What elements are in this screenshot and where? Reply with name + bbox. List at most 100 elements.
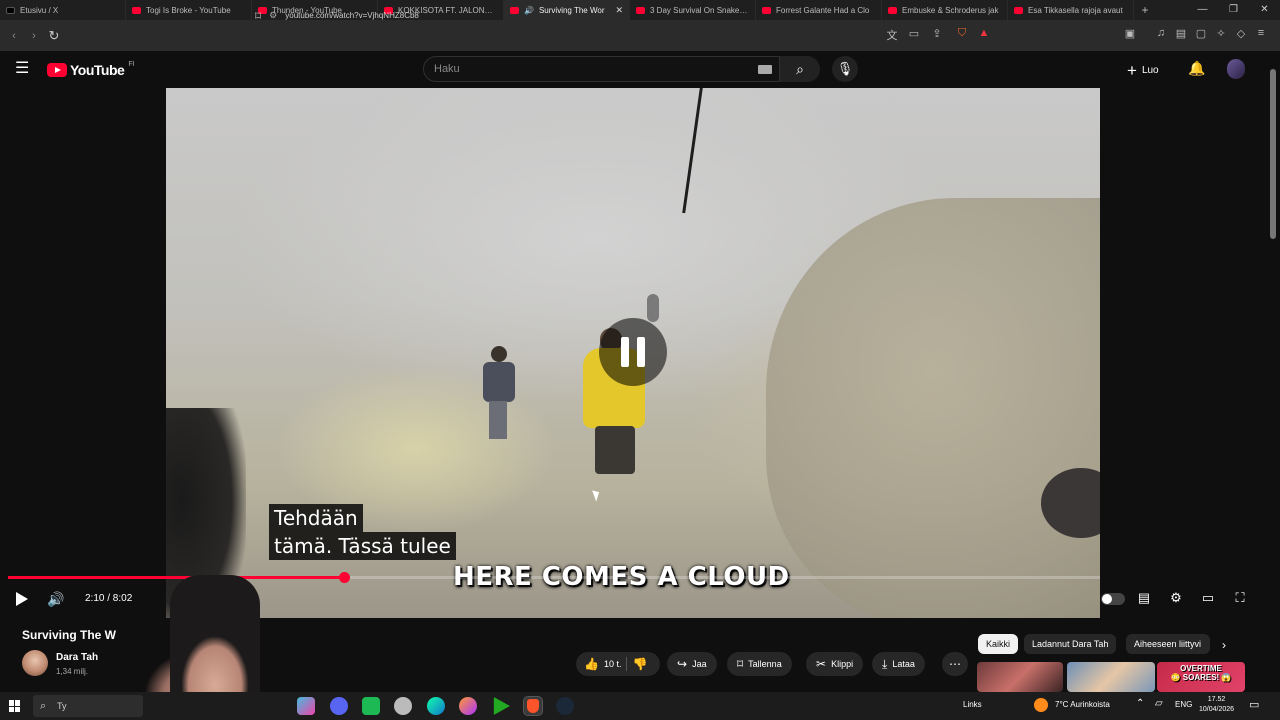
back-icon[interactable]: ‹ (4, 30, 24, 42)
tray-overflow-chevron-icon[interactable]: ⌃ (1136, 698, 1144, 709)
language-indicator[interactable]: ENG (1175, 700, 1192, 709)
share-button[interactable]: ↪ Jaa (667, 652, 717, 676)
weather-widget[interactable]: 7°C Aurinkoista (1055, 700, 1110, 709)
country-code: FI (128, 60, 135, 68)
notification-center-icon[interactable]: ▭ (1249, 698, 1259, 711)
search-icon: ⌕ (796, 61, 804, 77)
chip-all[interactable]: Kaikki (978, 634, 1019, 654)
green-app-icon[interactable] (362, 697, 380, 715)
sidebar-toggle-icon[interactable]: ▣ (1122, 27, 1138, 40)
subtitles-icon[interactable]: ▤ (1134, 590, 1154, 606)
channel-name[interactable]: Dara Tah (56, 652, 98, 663)
forward-icon[interactable]: › (24, 30, 44, 42)
closed-captions: Tehdään tämä. Tässä tulee (269, 504, 456, 560)
related-thumbnail[interactable]: OVERTIME 😳 SOARES! 😱 (1157, 662, 1245, 692)
keyboard-icon[interactable] (758, 65, 772, 74)
settings-gear-icon[interactable]: ⚙ (1166, 590, 1186, 606)
scissors-icon: ✂ (816, 657, 827, 671)
reading-list-icon[interactable]: ▤ (1173, 27, 1189, 40)
download-button[interactable]: ⤓ Lataa (872, 652, 925, 676)
translate-icon[interactable]: 文 (884, 27, 900, 43)
media-icon[interactable]: ♫ (1153, 27, 1169, 39)
site-info-icon[interactable]: ⚙ (269, 10, 277, 21)
notifications-bell-icon[interactable]: 🔔 (1188, 60, 1205, 77)
brave-rewards-icon[interactable]: ▲ (976, 27, 992, 39)
thumbnail-text: 😳 SOARES! 😱 (1170, 673, 1232, 682)
shield-app-icon[interactable] (394, 697, 412, 715)
windows-start-icon[interactable] (9, 700, 21, 712)
clock-date: 10/04/2026 (1199, 706, 1235, 713)
chip-related[interactable]: Aiheeseen liittyvi (1126, 634, 1210, 654)
account-avatar[interactable] (1227, 59, 1245, 79)
thumbnail-text: OVERTIME (1180, 664, 1222, 673)
links-toolbar[interactable]: Links (963, 700, 982, 709)
steam-app-icon[interactable] (556, 697, 574, 715)
brave-shields-icon[interactable]: ⛉ (954, 27, 970, 40)
create-label: Luo (1141, 64, 1159, 76)
fullscreen-icon[interactable]: ⛶ (1230, 590, 1250, 606)
like-count[interactable]: 10 t. (604, 659, 622, 669)
pause-overlay-icon[interactable] (599, 318, 667, 386)
menu-icon[interactable]: ≡ (1253, 27, 1269, 39)
related-thumbnail[interactable] (1067, 662, 1155, 692)
channel-avatar[interactable] (22, 650, 48, 676)
save-label: Tallenna (748, 659, 782, 669)
save-button[interactable]: ⌑ Tallenna (727, 652, 792, 676)
minimize-button[interactable]: — (1187, 0, 1218, 20)
leo-ai-icon[interactable]: ✧ (1213, 27, 1229, 40)
page-scrollbar[interactable] (1267, 51, 1280, 691)
vpn-icon[interactable]: ◇ (1233, 27, 1249, 40)
close-window-button[interactable]: ✕ (1249, 0, 1280, 20)
tab-x[interactable]: Etusivu / X (0, 0, 126, 20)
search-input[interactable]: Haku (423, 56, 780, 82)
clip-button[interactable]: ✂ Klippi (806, 652, 864, 676)
more-actions-button[interactable]: ⋯ (942, 652, 968, 676)
copilot-app-icon[interactable] (297, 697, 315, 715)
tab-togi[interactable]: Togi Is Broke - YouTube (126, 0, 252, 20)
chip-uploaded-by[interactable]: Ladannut Dara Tah (1024, 634, 1117, 654)
brave-app-icon[interactable] (523, 696, 543, 716)
like-dislike-group: 👍 10 t. 👎 (576, 652, 660, 676)
taskbar-clock[interactable]: 17.52 10/04/2026 (1199, 695, 1234, 715)
maximize-button[interactable]: ❐ (1218, 0, 1249, 20)
network-icon[interactable]: ▱ (1155, 698, 1163, 709)
firefox-app-icon[interactable] (459, 697, 477, 715)
caption-line: Tehdään (269, 504, 363, 532)
dislike-icon[interactable]: 👎 (632, 657, 647, 671)
play-button[interactable] (14, 591, 30, 607)
microphone-icon: 🎙 (836, 61, 854, 76)
new-tab-button[interactable]: + (1134, 3, 1156, 17)
like-icon[interactable]: 👍 (584, 657, 599, 671)
edge-app-icon[interactable] (427, 697, 445, 715)
volume-icon[interactable]: 🔊 (47, 591, 64, 607)
sun-icon (1034, 698, 1048, 712)
reload-icon[interactable]: ↻ (44, 28, 64, 44)
tab-esa-tikkanen[interactable]: Esa Tikkasella rajoja avaut (1008, 0, 1134, 20)
hamburger-menu-icon[interactable]: ☰ (15, 61, 32, 77)
progress-bar[interactable] (8, 572, 1100, 583)
media-player-app-icon[interactable] (493, 697, 510, 715)
url-field[interactable]: ⌑ ⚙ youtube.com/watch?v=VjhqNHZ8Cb8 (255, 5, 1000, 26)
discord-app-icon[interactable] (330, 697, 348, 715)
tab-title: Etusivu / X (20, 5, 59, 15)
divider (626, 657, 628, 671)
create-button[interactable]: + Luo (1127, 59, 1159, 81)
taskbar-search[interactable]: ⌕ Ty (33, 695, 143, 717)
autoplay-toggle[interactable] (1101, 593, 1125, 605)
scrollbar-thumb[interactable] (1270, 69, 1276, 239)
voice-search-button[interactable]: 🎙 (832, 56, 858, 82)
related-thumbnail[interactable] (977, 662, 1063, 692)
theater-mode-icon[interactable]: ▭ (1198, 590, 1218, 606)
search-icon: ⌕ (40, 700, 47, 712)
progress-scrubber[interactable] (339, 572, 350, 583)
youtube-logo[interactable]: YouTube FI (47, 60, 135, 78)
download-icon: ⤓ (882, 656, 888, 671)
tab-title: Esa Tikkasella rajoja avaut (1028, 5, 1123, 15)
search-button[interactable]: ⌕ (780, 56, 820, 82)
chevron-right-icon[interactable]: › (1222, 638, 1226, 652)
wallet-icon[interactable]: ▢ (1193, 27, 1209, 40)
share-page-icon[interactable]: ⇪ (929, 27, 945, 40)
bookmark-icon[interactable]: ⌑ (255, 9, 261, 23)
logo-text: YouTube (70, 62, 125, 78)
cast-icon[interactable]: ▭ (906, 27, 922, 40)
